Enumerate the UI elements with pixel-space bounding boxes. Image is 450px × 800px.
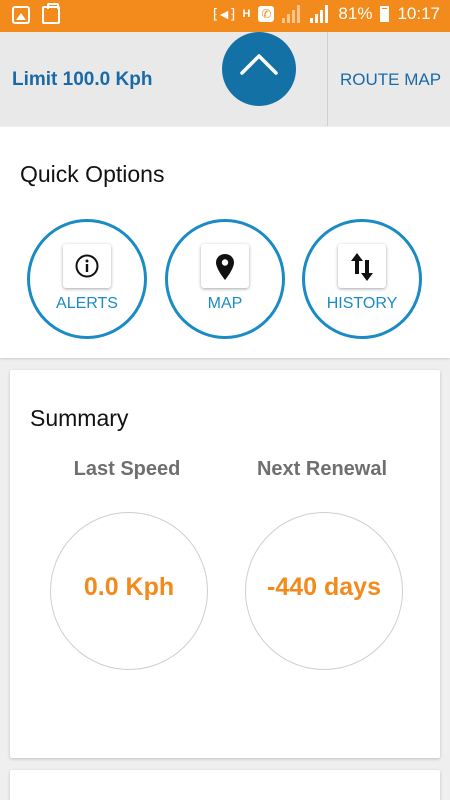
- alerts-label: ALERTS: [56, 295, 118, 312]
- briefcase-notification-icon: [42, 3, 60, 24]
- top-bar: Limit 100.0 Kph ROUTE MAP: [0, 32, 450, 126]
- map-pin-icon: [216, 254, 234, 280]
- vibrate-mute-icon: ⁅◄⁆: [212, 5, 236, 22]
- next-renewal-value: -440 days: [267, 573, 381, 601]
- map-label: MAP: [207, 295, 243, 312]
- map-button[interactable]: MAP: [165, 219, 285, 339]
- battery-percent: 81%: [338, 4, 373, 23]
- call-icon: ✆: [258, 6, 275, 22]
- status-bar: ⁅◄⁆ H ✆ 81% 10:17: [0, 0, 450, 32]
- last-speed-circle: 0.0 Kph: [50, 512, 208, 670]
- hplus-network-icon: H: [242, 8, 251, 20]
- route-map-button[interactable]: ROUTE MAP: [340, 70, 441, 90]
- next-renewal-label: Next Renewal: [256, 458, 388, 480]
- info-icon: [75, 254, 99, 278]
- battery-icon: [380, 6, 390, 22]
- clock: 10:17: [397, 4, 440, 23]
- divider: [327, 32, 328, 126]
- summary-card: Summary Last Speed Next Renewal 0.0 Kph …: [10, 370, 440, 758]
- history-label: HISTORY: [326, 295, 398, 312]
- history-button[interactable]: HISTORY: [302, 219, 422, 339]
- signal-icon: [282, 5, 302, 23]
- next-card: [10, 770, 440, 800]
- signal-icon: [310, 5, 330, 23]
- last-speed-label: Last Speed: [73, 458, 181, 480]
- quick-options-title: Quick Options: [20, 161, 165, 187]
- image-notification-icon: [12, 6, 30, 24]
- collapse-button[interactable]: [222, 32, 296, 106]
- last-speed-value: 0.0 Kph: [83, 573, 175, 601]
- alerts-button[interactable]: ALERTS: [27, 219, 147, 339]
- summary-title: Summary: [30, 405, 129, 431]
- system-icons: ⁅◄⁆ H ✆ 81% 10:17: [213, 4, 440, 24]
- next-renewal-circle: -440 days: [245, 512, 403, 670]
- sort-arrows-icon: [351, 253, 373, 281]
- quick-options-card: Quick Options ALERTS MAP HISTORY: [0, 127, 450, 358]
- speed-limit: Limit 100.0 Kph: [12, 69, 153, 90]
- chevron-up-icon: [240, 54, 278, 75]
- notification-icons: [12, 3, 60, 24]
